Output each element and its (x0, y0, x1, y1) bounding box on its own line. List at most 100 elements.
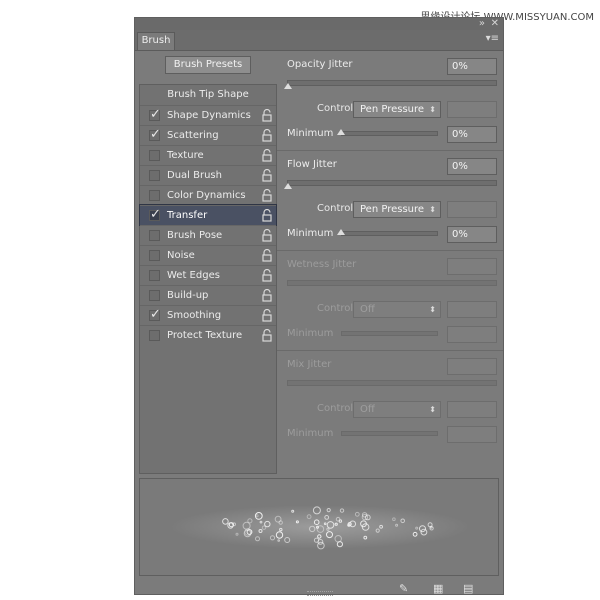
option-shape-dynamics[interactable]: ✓ Shape Dynamics (140, 105, 276, 125)
wetness-jitter-section: Wetness Jitter Control: Off ⬍ Minimum (277, 250, 503, 351)
lock-icon[interactable] (262, 329, 272, 342)
option-label: Texture (167, 150, 204, 161)
lock-icon[interactable] (262, 189, 272, 202)
brush-preview-image (170, 505, 470, 550)
lock-icon[interactable] (262, 309, 272, 322)
wetness-minimum-label: Minimum (287, 328, 334, 339)
wetness-minimum-field (447, 326, 497, 343)
select-arrows-icon: ⬍ (429, 205, 436, 214)
option-label: Wet Edges (167, 270, 220, 281)
lock-icon[interactable] (262, 249, 272, 262)
brush-stroke-preview (139, 478, 499, 576)
option-noise[interactable]: Noise (140, 245, 276, 265)
option-texture[interactable]: Texture (140, 145, 276, 165)
panel-bottom-bar: ✎ ▦ ▤ (135, 581, 503, 596)
opacity-minimum-thumb[interactable] (337, 129, 345, 135)
opacity-minimum-label: Minimum (287, 128, 334, 139)
option-transfer[interactable]: ✓ Transfer (139, 204, 277, 226)
option-checkbox[interactable] (149, 150, 160, 161)
wetness-minimum-slider (341, 331, 438, 336)
option-checkbox[interactable]: ✓ (149, 207, 161, 222)
panel-menu-icon[interactable]: ▾≡ (486, 33, 499, 44)
lock-icon[interactable] (262, 129, 272, 142)
opacity-minimum-field[interactable]: 0% (447, 126, 497, 143)
option-checkbox[interactable]: ✓ (149, 107, 161, 122)
checkmark-icon: ✓ (150, 127, 161, 142)
brush-toggle-icon[interactable]: ✎ (399, 582, 408, 595)
option-checkbox[interactable] (149, 250, 160, 261)
lock-icon[interactable] (262, 289, 272, 302)
new-brush-icon[interactable]: ▤ (463, 582, 473, 595)
option-checkbox[interactable]: ✓ (149, 307, 161, 322)
mix-jitter-section: Mix Jitter Control: Off ⬍ Minimum (277, 350, 503, 450)
option-build-up[interactable]: Build-up (140, 285, 276, 305)
wetness-jitter-field (447, 258, 497, 275)
tab-brush[interactable]: Brush (137, 32, 175, 50)
flow-minimum-label: Minimum (287, 228, 334, 239)
collapse-icon[interactable]: » (479, 18, 485, 30)
option-smoothing[interactable]: ✓ Smoothing (140, 305, 276, 325)
mix-control-value: Off (360, 404, 375, 415)
option-checkbox[interactable] (149, 230, 160, 241)
flow-control-select[interactable]: Pen Pressure ⬍ (353, 201, 441, 218)
flow-minimum-thumb[interactable] (337, 229, 345, 235)
option-label: Brush Pose (167, 230, 223, 241)
lock-icon[interactable] (262, 229, 272, 242)
close-icon[interactable]: ✕ (491, 18, 499, 30)
flow-jitter-section: Flow Jitter 0% Control: Pen Pressure ⬍ Mi… (277, 150, 503, 251)
option-dual-brush[interactable]: Dual Brush (140, 165, 276, 185)
opacity-control-field (447, 101, 497, 118)
option-checkbox[interactable] (149, 270, 160, 281)
select-arrows-icon: ⬍ (429, 305, 436, 314)
lock-icon[interactable] (262, 149, 272, 162)
flow-minimum-field[interactable]: 0% (447, 226, 497, 243)
flow-jitter-slider[interactable] (287, 180, 497, 186)
opacity-jitter-slider[interactable] (287, 80, 497, 86)
option-label: Build-up (167, 290, 209, 301)
flow-control-field (447, 201, 497, 218)
checkmark-icon: ✓ (150, 207, 161, 222)
opacity-minimum-slider[interactable] (341, 131, 438, 136)
select-arrows-icon: ⬍ (429, 405, 436, 414)
option-checkbox[interactable] (149, 170, 160, 181)
brush-presets-button[interactable]: Brush Presets (165, 56, 251, 74)
option-wet-edges[interactable]: Wet Edges (140, 265, 276, 285)
flow-minimum-slider[interactable] (341, 231, 438, 236)
opacity-control-select[interactable]: Pen Pressure ⬍ (353, 101, 441, 118)
mix-minimum-field (447, 426, 497, 443)
option-brush-pose[interactable]: Brush Pose (140, 225, 276, 245)
option-checkbox[interactable]: ✓ (149, 127, 161, 142)
wetness-control-field (447, 301, 497, 318)
option-checkbox[interactable] (149, 190, 160, 201)
option-label: Protect Texture (167, 330, 243, 341)
opacity-control-label: Control: (317, 103, 357, 114)
checkmark-icon: ✓ (150, 107, 161, 122)
mix-minimum-slider (341, 431, 438, 436)
brush-options-list: Brush Tip Shape ✓ Shape Dynamics ✓ Scatteri… (139, 84, 277, 474)
opacity-jitter-slider-thumb[interactable] (284, 83, 292, 89)
flow-control-value: Pen Pressure (360, 204, 425, 215)
lock-icon[interactable] (262, 169, 272, 182)
checkmark-icon: ✓ (150, 307, 161, 322)
option-protect-texture[interactable]: Protect Texture (140, 325, 276, 345)
mix-control-label: Control: (317, 403, 357, 414)
option-label: Dual Brush (167, 170, 222, 181)
option-checkbox[interactable] (149, 290, 160, 301)
wetness-control-value: Off (360, 304, 375, 315)
option-color-dynamics[interactable]: Color Dynamics (140, 185, 276, 205)
flow-jitter-field[interactable]: 0% (447, 158, 497, 175)
opacity-jitter-field[interactable]: 0% (447, 58, 497, 75)
select-arrows-icon: ⬍ (429, 105, 436, 114)
option-scattering[interactable]: ✓ Scattering (140, 125, 276, 145)
option-checkbox[interactable] (149, 330, 160, 341)
lock-icon[interactable] (262, 209, 272, 222)
brush-tip-shape-item[interactable]: Brush Tip Shape (140, 85, 276, 105)
grid-icon[interactable]: ▦ (433, 582, 443, 595)
resize-grip[interactable] (307, 591, 333, 596)
lock-icon[interactable] (262, 109, 272, 122)
transfer-settings: Opacity Jitter 0% Control: Pen Pressure ⬍… (277, 50, 503, 460)
flow-jitter-slider-thumb[interactable] (284, 183, 292, 189)
option-label: Scattering (167, 130, 219, 141)
lock-icon[interactable] (262, 269, 272, 282)
mix-minimum-label: Minimum (287, 428, 334, 439)
